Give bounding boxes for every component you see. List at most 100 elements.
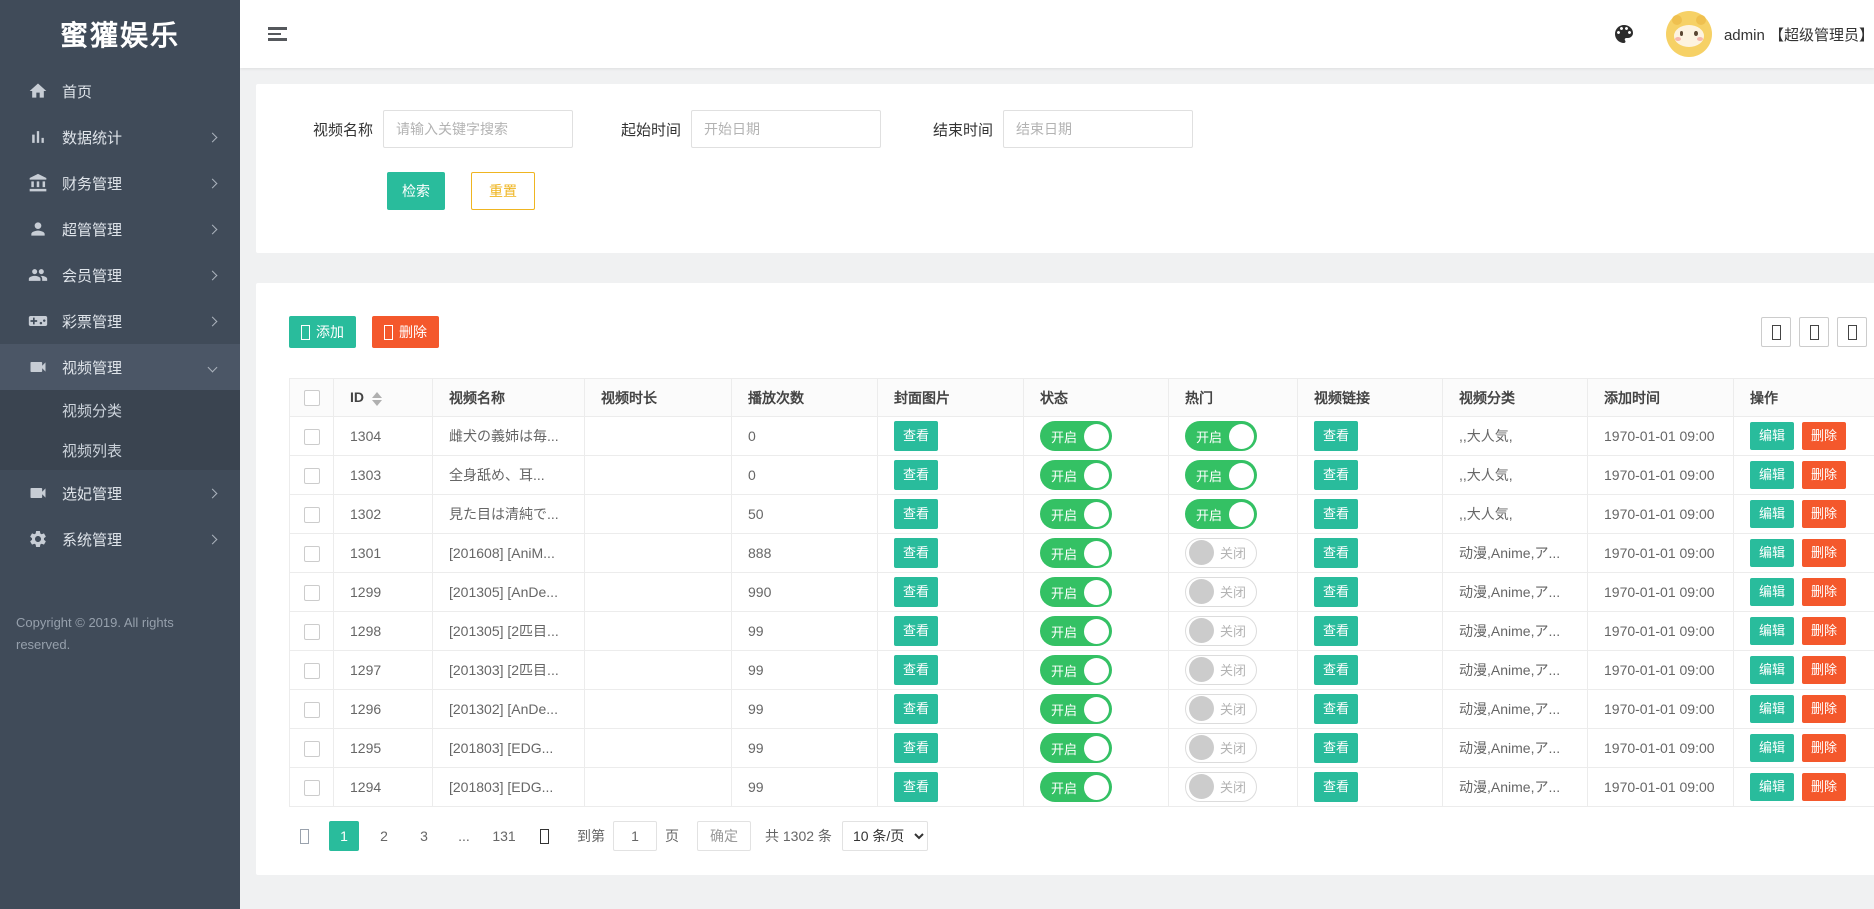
link-view-badge[interactable]: 查看 <box>1314 499 1358 529</box>
edit-button[interactable]: 编辑 <box>1750 578 1794 606</box>
hot-toggle[interactable]: 关闭 <box>1185 772 1257 802</box>
sidebar-item-xuanfei[interactable]: 选妃管理 <box>0 470 240 516</box>
remove-button[interactable]: 删除 <box>1802 539 1846 567</box>
hot-toggle[interactable]: 关闭 <box>1185 733 1257 763</box>
table-tool-button-3[interactable] <box>1837 317 1867 347</box>
row-checkbox[interactable] <box>304 585 320 601</box>
goto-confirm-button[interactable]: 确定 <box>697 821 751 851</box>
next-page-button[interactable] <box>529 821 559 851</box>
row-checkbox[interactable] <box>304 546 320 562</box>
cover-view-badge[interactable]: 查看 <box>894 772 938 802</box>
edit-button[interactable]: 编辑 <box>1750 539 1794 567</box>
status-toggle[interactable]: 开启 <box>1040 421 1112 451</box>
link-view-badge[interactable]: 查看 <box>1314 460 1358 490</box>
status-toggle[interactable]: 开启 <box>1040 460 1112 490</box>
hot-toggle[interactable]: 关闭 <box>1185 538 1257 568</box>
row-checkbox[interactable] <box>304 429 320 445</box>
theme-palette-icon[interactable] <box>1612 22 1636 46</box>
edit-button[interactable]: 编辑 <box>1750 773 1794 801</box>
remove-button[interactable]: 删除 <box>1802 656 1846 684</box>
sidebar-item-system[interactable]: 系统管理 <box>0 516 240 562</box>
row-checkbox[interactable] <box>304 624 320 640</box>
per-page-select[interactable]: 10 条/页 <box>842 821 928 851</box>
remove-button[interactable]: 删除 <box>1802 695 1846 723</box>
link-view-badge[interactable]: 查看 <box>1314 577 1358 607</box>
sort-icon[interactable] <box>372 392 382 406</box>
page-button[interactable]: 2 <box>369 821 399 851</box>
link-view-badge[interactable]: 查看 <box>1314 616 1358 646</box>
hot-toggle[interactable]: 关闭 <box>1185 655 1257 685</box>
remove-button[interactable]: 删除 <box>1802 422 1846 450</box>
page-button[interactable]: 1 <box>329 821 359 851</box>
remove-button[interactable]: 删除 <box>1802 773 1846 801</box>
video-name-input[interactable] <box>383 110 573 148</box>
link-view-badge[interactable]: 查看 <box>1314 772 1358 802</box>
cover-view-badge[interactable]: 查看 <box>894 616 938 646</box>
cover-view-badge[interactable]: 查看 <box>894 694 938 724</box>
hot-toggle[interactable]: 开启 <box>1185 499 1257 529</box>
link-view-badge[interactable]: 查看 <box>1314 733 1358 763</box>
edit-button[interactable]: 编辑 <box>1750 500 1794 528</box>
cover-view-badge[interactable]: 查看 <box>894 421 938 451</box>
status-toggle[interactable]: 开启 <box>1040 499 1112 529</box>
edit-button[interactable]: 编辑 <box>1750 695 1794 723</box>
edit-button[interactable]: 编辑 <box>1750 734 1794 762</box>
end-date-input[interactable] <box>1003 110 1193 148</box>
cover-view-badge[interactable]: 查看 <box>894 538 938 568</box>
row-checkbox[interactable] <box>304 507 320 523</box>
link-view-badge[interactable]: 查看 <box>1314 421 1358 451</box>
table-tool-button-2[interactable] <box>1799 317 1829 347</box>
avatar[interactable] <box>1666 11 1712 57</box>
hot-toggle[interactable]: 关闭 <box>1185 694 1257 724</box>
reset-button[interactable]: 重置 <box>471 172 535 210</box>
cover-view-badge[interactable]: 查看 <box>894 655 938 685</box>
status-toggle[interactable]: 开启 <box>1040 616 1112 646</box>
status-toggle[interactable]: 开启 <box>1040 694 1112 724</box>
row-checkbox[interactable] <box>304 702 320 718</box>
select-all-checkbox[interactable] <box>304 390 320 406</box>
sidebar-toggle-icon[interactable] <box>268 24 288 44</box>
edit-button[interactable]: 编辑 <box>1750 422 1794 450</box>
column-header[interactable]: ID <box>334 379 433 417</box>
sidebar-item-lottery[interactable]: 彩票管理 <box>0 298 240 344</box>
table-tool-button-1[interactable] <box>1761 317 1791 347</box>
hot-toggle[interactable]: 关闭 <box>1185 616 1257 646</box>
remove-button[interactable]: 删除 <box>1802 734 1846 762</box>
hot-toggle[interactable]: 开启 <box>1185 421 1257 451</box>
prev-page-button[interactable] <box>289 821 319 851</box>
delete-button[interactable]: 删除 <box>372 316 439 348</box>
status-toggle[interactable]: 开启 <box>1040 538 1112 568</box>
remove-button[interactable]: 删除 <box>1802 617 1846 645</box>
hot-toggle[interactable]: 关闭 <box>1185 577 1257 607</box>
sidebar-item-video-list[interactable]: 视频列表 <box>0 430 240 470</box>
sidebar-item-super-admin[interactable]: 超管管理 <box>0 206 240 252</box>
row-checkbox[interactable] <box>304 741 320 757</box>
sidebar-item-finance[interactable]: 财务管理 <box>0 160 240 206</box>
remove-button[interactable]: 删除 <box>1802 500 1846 528</box>
link-view-badge[interactable]: 查看 <box>1314 538 1358 568</box>
row-checkbox[interactable] <box>304 663 320 679</box>
edit-button[interactable]: 编辑 <box>1750 656 1794 684</box>
hot-toggle[interactable]: 开启 <box>1185 460 1257 490</box>
row-checkbox[interactable] <box>304 780 320 796</box>
status-toggle[interactable]: 开启 <box>1040 655 1112 685</box>
sidebar-item-members[interactable]: 会员管理 <box>0 252 240 298</box>
link-view-badge[interactable]: 查看 <box>1314 655 1358 685</box>
user-name[interactable]: admin 【超级管理员】 <box>1724 24 1874 45</box>
cover-view-badge[interactable]: 查看 <box>894 499 938 529</box>
remove-button[interactable]: 删除 <box>1802 578 1846 606</box>
page-button[interactable]: 131 <box>489 821 519 851</box>
page-button[interactable]: 3 <box>409 821 439 851</box>
status-toggle[interactable]: 开启 <box>1040 577 1112 607</box>
cover-view-badge[interactable]: 查看 <box>894 577 938 607</box>
cover-view-badge[interactable]: 查看 <box>894 460 938 490</box>
edit-button[interactable]: 编辑 <box>1750 617 1794 645</box>
edit-button[interactable]: 编辑 <box>1750 461 1794 489</box>
search-button[interactable]: 检索 <box>387 172 445 210</box>
sidebar-item-home[interactable]: 首页 <box>0 68 240 114</box>
sidebar-item-video[interactable]: 视频管理 <box>0 344 240 390</box>
start-date-input[interactable] <box>691 110 881 148</box>
sidebar-item-data-stats[interactable]: 数据统计 <box>0 114 240 160</box>
cover-view-badge[interactable]: 查看 <box>894 733 938 763</box>
row-checkbox[interactable] <box>304 468 320 484</box>
